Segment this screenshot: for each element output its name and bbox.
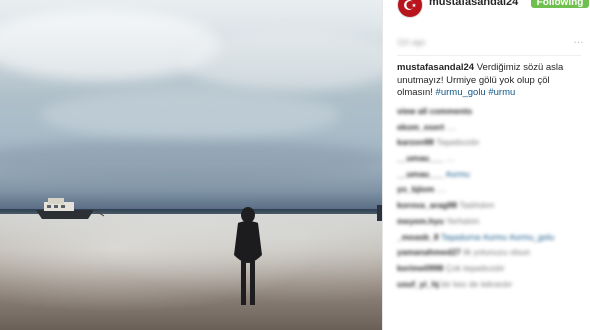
- divider: [397, 55, 581, 56]
- stranded-boat: [34, 194, 105, 227]
- comment-username[interactable]: yo_bjiom: [397, 184, 434, 194]
- comment-text: Taşadurna #urmu #urmu_golu: [440, 231, 555, 242]
- comment-username[interactable]: karzon98: [397, 137, 434, 147]
- comment-text: Çok taşadsızdır: [445, 262, 505, 273]
- list-item: __umau___ ....: [397, 153, 581, 164]
- comment-username[interactable]: __umau___: [397, 169, 443, 179]
- more-options-icon[interactable]: …: [573, 34, 584, 46]
- cloud: [180, 30, 382, 90]
- comment-username[interactable]: __umau___: [397, 153, 443, 163]
- comment-text: #urmu: [445, 168, 470, 179]
- comment-text: Yerhalım: [446, 215, 480, 226]
- comment-list: view all comments ekom_esert .... karzon…: [397, 106, 581, 294]
- list-item: usuf_yi_hj bir kez de tekrardır: [397, 279, 581, 290]
- cloud: [40, 90, 340, 140]
- post-sidebar: mustafasandal24 Following 11h ago … must…: [382, 0, 590, 330]
- cloud: [0, 140, 382, 180]
- comment-username[interactable]: korova_arag98: [397, 200, 457, 210]
- caption-hashtags[interactable]: #urmu_golu #urmu: [436, 87, 516, 98]
- comment-username[interactable]: view all comments: [397, 106, 472, 116]
- list-item: yo_bjiom ....: [397, 184, 581, 195]
- crescent-star-icon: [404, 0, 417, 10]
- list-item: meyem.hyu Yerhalım: [397, 216, 581, 227]
- list-item: ekom_esert ....: [397, 122, 581, 133]
- comment-text: ....: [446, 121, 457, 132]
- comment-username[interactable]: ekom_esert: [397, 122, 444, 132]
- list-item: __umau___ #urmu: [397, 169, 581, 180]
- comment-text: bir kez de tekrardır: [441, 278, 513, 289]
- comment-text: ilk yolunuzu olsun: [463, 247, 531, 258]
- caption: mustafasandal24 Verdiğimiz sözü asla unu…: [397, 62, 579, 100]
- list-item: korova_arag98 Tadıhdım: [397, 200, 581, 211]
- comment-text: Taşadsızdır: [436, 137, 480, 148]
- comment-username[interactable]: kerime0998: [397, 263, 443, 273]
- comment-text: Tadıhdım: [459, 200, 495, 211]
- list-item: kerime0998 Çok taşadsızdır: [397, 263, 581, 274]
- post-username[interactable]: mustafasandal24: [429, 0, 518, 8]
- comment-username[interactable]: _moasb_8: [397, 232, 439, 242]
- comment-username[interactable]: meyem.hyu: [397, 216, 444, 226]
- frozen-lakebed: [0, 214, 382, 330]
- list-item: _moasb_8 Taşadurna #urmu #urmu_golu: [397, 232, 581, 243]
- time-row: 11h ago …: [397, 34, 584, 52]
- list-item: karzon98 Taşadsızdır: [397, 137, 581, 148]
- comment-username[interactable]: yamanahmed27: [397, 247, 461, 257]
- avatar[interactable]: [397, 0, 423, 18]
- list-item: yamanahmed27 ilk yolunuzu olsun: [397, 247, 581, 258]
- post-header: mustafasandal24 Following: [383, 0, 590, 22]
- comment-username[interactable]: usuf_yi_hj: [397, 279, 439, 289]
- following-button[interactable]: Following: [531, 0, 589, 8]
- caption-username[interactable]: mustafasandal24: [397, 62, 474, 73]
- post-timestamp: 11h ago: [397, 38, 426, 47]
- comment-text: ....: [436, 184, 447, 195]
- comment-text: ....: [445, 153, 456, 164]
- post-photo[interactable]: [0, 0, 382, 330]
- person-silhouette: [228, 207, 268, 312]
- list-item[interactable]: view all comments: [397, 106, 581, 117]
